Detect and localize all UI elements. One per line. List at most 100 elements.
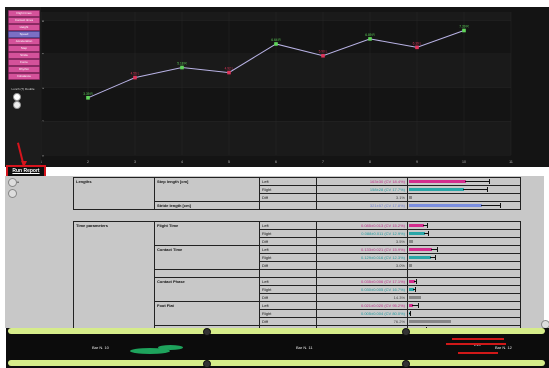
step-chart: 0246812345678910113.39 R4.56 L5.18 R4.92…: [40, 12, 513, 164]
value-cell: 3.5%: [316, 237, 408, 246]
sidebar-button-acceleration[interactable]: Acceleration: [8, 38, 40, 45]
bar-cell: [407, 253, 521, 262]
data-label-6: 5.90 L: [319, 50, 328, 54]
error-bar: [465, 181, 490, 182]
side-cell: Left: [259, 221, 317, 230]
side-cell: Right: [259, 185, 317, 194]
side-cell: Diff: [259, 193, 317, 202]
value-cell: 0.129±0.016 (CV 12.3%): [316, 253, 408, 262]
left-foot-contact-2: [158, 345, 183, 350]
data-point-1: [86, 96, 90, 100]
value-cell: 0.133±0.021 (CV 15.9%): [316, 245, 408, 254]
sidebar-menu: Flight times Contact times Height Speed Acce…: [5, 7, 41, 167]
timeline-knob-4[interactable]: [402, 360, 410, 368]
error-cap: [427, 231, 429, 236]
data-point-9: [462, 28, 466, 33]
data-label-8: 6.39 L: [413, 41, 422, 45]
bar-cell: [407, 301, 521, 310]
timeline-label-3: Bar N. 12: [495, 345, 512, 350]
timeline-knob-1[interactable]: [203, 328, 211, 336]
timeline-scrollbar-top[interactable]: [8, 328, 545, 334]
x-tick-label-4: 4: [181, 160, 183, 164]
sidebar-button-speed[interactable]: Speed: [8, 31, 40, 38]
sidebar-button-imbalance[interactable]: Imbalance: [8, 73, 40, 80]
right-foot-contact-3: [458, 352, 498, 354]
timeline-knob-2[interactable]: [402, 328, 410, 336]
value-bar: [409, 256, 431, 259]
sidebar-button-rhythm[interactable]: Rhythm: [8, 66, 40, 73]
side-cell: Diff: [259, 317, 317, 326]
sidebar-radio-2[interactable]: [13, 101, 21, 109]
bar-cell: [407, 293, 521, 302]
side-cell: Right: [259, 285, 317, 294]
sidebar-button-height[interactable]: Height: [8, 24, 40, 31]
value-bar: [409, 180, 467, 183]
table-row: Lengths Step length [cm] Left 163±30 (CV 18…: [73, 177, 521, 210]
sidebar-button-step[interactable]: Step: [8, 45, 40, 52]
data-point-5: [274, 42, 278, 46]
error-bar: [463, 189, 488, 190]
bar-cell: [407, 229, 521, 238]
report-section-1: Lengths Step length [cm] Left 163±30 (CV 18…: [73, 177, 521, 210]
value-cell: 3.1%: [316, 193, 408, 202]
right-foot-contact-2: [446, 343, 506, 345]
data-point-7: [368, 37, 372, 41]
value-cell: 76.2%: [316, 317, 408, 326]
sidebar-button-force[interactable]: Force: [8, 59, 40, 66]
data-label-5: 6.64 R: [271, 38, 281, 42]
value-bar: [409, 240, 414, 243]
side-cell: Diff: [259, 293, 317, 302]
error-cap: [437, 247, 439, 252]
error-cap: [418, 303, 420, 308]
side-cell: Right: [259, 309, 317, 318]
right-foot-contact-1: [452, 338, 504, 340]
side-cell: Diff: [259, 261, 317, 270]
bar-cell: [407, 177, 521, 186]
report-radio-top[interactable]: [8, 178, 17, 187]
side-cell: [259, 269, 317, 278]
timeline-knob-3[interactable]: [203, 360, 211, 368]
value-bar: [409, 296, 422, 299]
side-cell: [259, 201, 317, 210]
error-cap: [435, 255, 437, 260]
bar-cell: [407, 285, 521, 294]
sidebar-button-flight-times[interactable]: Flight times: [8, 10, 40, 17]
x-tick-label-10: 10: [462, 160, 466, 164]
data-label-7: 6.89 R: [365, 33, 375, 37]
timeline-label-1: Bar N. 10: [92, 345, 109, 350]
sidebar-button-contact-times[interactable]: Contact times: [8, 17, 40, 24]
data-label-3: 5.18 R: [177, 62, 187, 66]
bar-cell: [407, 277, 521, 286]
timeline-scrollbar-bottom[interactable]: [8, 360, 545, 366]
side-cell: Left: [259, 301, 317, 310]
sidebar-button-stride[interactable]: Stride: [8, 52, 40, 59]
error-cap: [489, 179, 491, 184]
x-tick-label-6: 6: [275, 160, 277, 164]
bar-cell: [407, 221, 521, 230]
bar-cell: [407, 185, 521, 194]
value-bar: [409, 248, 432, 251]
error-cap: [410, 311, 412, 316]
value-cell: 14.3%: [316, 293, 408, 302]
side-cell: Right: [259, 253, 317, 262]
value-cell: 158±28 (CV 17.7%): [316, 185, 408, 194]
category-cell: Lengths: [73, 177, 155, 210]
bar-cell: [407, 269, 521, 278]
timeline-label-2: Bar N. 11: [296, 345, 313, 350]
value-bar: [409, 264, 413, 267]
table-row: Time parameters Flight Time Left 0.085±0.01…: [73, 221, 521, 350]
report-radio-bottom[interactable]: [8, 189, 17, 198]
parameter-cell: Contact Time: [154, 245, 260, 270]
x-tick-label-9: 9: [416, 160, 418, 164]
sidebar-option-label: Lunch (?) Double: [11, 87, 35, 91]
data-point-6: [321, 53, 325, 58]
side-cell: Diff: [259, 237, 317, 246]
parameter-cell: Contact Phase: [154, 277, 260, 302]
sidebar-radio-1[interactable]: [13, 93, 21, 101]
value-bar: [409, 224, 424, 227]
x-tick-label-3: 3: [134, 160, 136, 164]
bar-cell: [407, 245, 521, 254]
x-tick-label-8: 8: [369, 160, 371, 164]
error-bar: [480, 205, 500, 206]
parameter-cell: Foot Flat: [154, 301, 260, 326]
